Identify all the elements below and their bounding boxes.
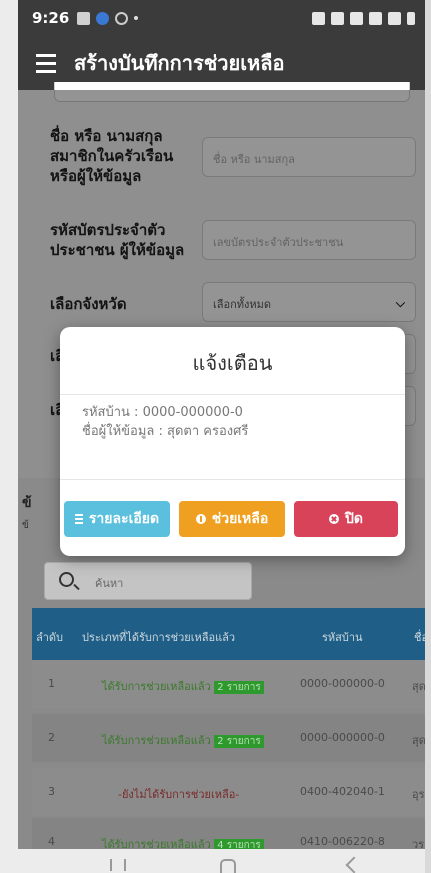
dialog-title: แจ้งเตือน — [60, 327, 405, 395]
table-row[interactable]: 1 ได้รับการช่วยเหลือแล้ว 2 รายการ 0000-0… — [32, 660, 425, 708]
back-icon[interactable] — [345, 856, 363, 873]
row-no: 4 — [48, 835, 55, 848]
header-no: ลำดับ — [36, 631, 64, 644]
header-house: รหัสบ้าน — [322, 631, 363, 644]
close-icon — [329, 514, 339, 524]
table-row[interactable]: 3 -ยังไม่ได้รับการช่วยเหลือ- 0400-402040… — [32, 768, 425, 816]
help-button[interactable]: ช่วยเหลือ — [179, 501, 285, 537]
header-type: ประเภทที่ได้รับการช่วยเหลือแล้ว — [82, 631, 236, 644]
system-nav-bar — [18, 849, 425, 873]
row-house: 0000-000000-0 — [300, 677, 385, 690]
row-name: อุร — [412, 788, 425, 801]
detail-button-label: รายละเอียด — [88, 511, 160, 527]
row-name: สุด — [412, 680, 425, 693]
left-frame — [0, 0, 18, 873]
wifi-icon — [388, 11, 401, 25]
row-house: 0400-402040-1 — [300, 785, 385, 798]
status-badge: 2 รายการ — [214, 681, 264, 694]
close-button-label: ปิด — [345, 511, 363, 527]
list-icon — [74, 514, 83, 524]
search-icon — [59, 572, 74, 587]
house-code-line: รหัสบ้าน : 0000-000000-0 — [82, 405, 243, 420]
home-icon[interactable] — [220, 859, 236, 873]
bluetooth-icon — [350, 11, 363, 25]
section-subheading: ข้ — [22, 520, 29, 531]
status-badge: 2 รายการ — [214, 735, 264, 748]
status-icons — [312, 11, 415, 25]
messenger-icon — [96, 11, 110, 25]
mute-icon — [331, 11, 344, 25]
right-frame — [425, 0, 431, 873]
row-no: 2 — [48, 731, 55, 744]
table-row[interactable]: 2 ได้รับการช่วยเหลือแล้ว 2 รายการ 0000-0… — [32, 714, 425, 762]
gps-icon — [369, 11, 382, 25]
search-placeholder: ค้นหา — [95, 577, 124, 590]
status-bar: 9:26 — [18, 0, 425, 36]
row-house: 0000-000000-0 — [300, 731, 385, 744]
row-no: 1 — [48, 677, 55, 690]
dialog-divider — [60, 479, 405, 480]
row-status: ได้รับการช่วยเหลือแล้ว 2 รายการ — [102, 677, 264, 695]
search-input[interactable]: ค้นหา — [44, 562, 252, 600]
recent-apps-icon[interactable] — [110, 859, 126, 871]
alert-dialog: แจ้งเตือน รหัสบ้าน : 0000-000000-0 ชื่อผ… — [60, 327, 405, 556]
header-name: ชื่อ — [414, 631, 425, 644]
status-time: 9:26 — [32, 9, 70, 27]
table-header: ลำดับ ประเภทที่ได้รับการช่วยเหลือแล้ว รห… — [32, 608, 425, 660]
row-status: -ยังไม่ได้รับการช่วยเหลือ- — [118, 788, 240, 801]
informant-line: ชื่อผู้ให้ข้อมูล : สุดตา ครองศรี — [82, 424, 249, 439]
dialog-body: รหัสบ้าน : 0000-000000-0 ชื่อผู้ให้ข้อมู… — [82, 403, 248, 441]
section-heading: ข้ — [22, 495, 32, 511]
close-button[interactable]: ปิด — [294, 501, 398, 537]
row-name: สุด — [412, 734, 425, 747]
menu-icon[interactable] — [18, 53, 74, 73]
question-icon — [195, 514, 206, 524]
alarm-icon — [312, 11, 325, 25]
gallery-icon — [77, 11, 91, 25]
location-icon — [115, 11, 129, 25]
row-house: 0410-006220-8 — [300, 835, 385, 848]
page-title: สร้างบันทึกการช่วยเหลือ — [74, 51, 285, 75]
row-status: ได้รับการช่วยเหลือแล้ว 2 รายการ — [102, 731, 264, 749]
detail-button[interactable]: รายละเอียด — [64, 501, 170, 537]
help-button-label: ช่วยเหลือ — [211, 511, 269, 527]
dot-icon — [134, 16, 139, 20]
battery-icon — [407, 11, 415, 25]
row-no: 3 — [48, 785, 55, 798]
